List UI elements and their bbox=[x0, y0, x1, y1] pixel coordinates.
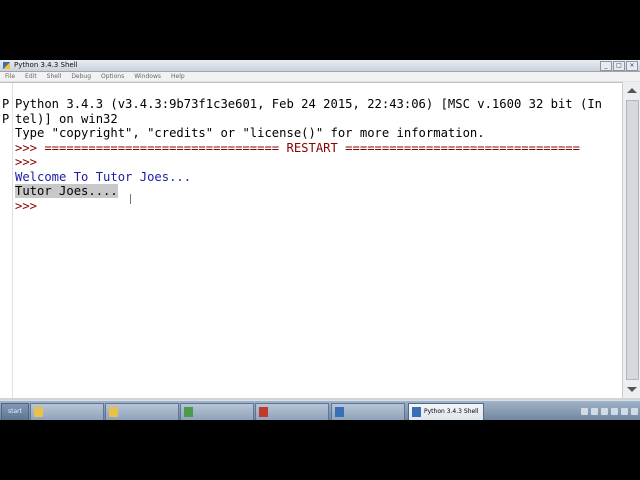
shell-text: Welcome To Tutor Joes... bbox=[15, 169, 192, 184]
volume-icon[interactable] bbox=[631, 407, 638, 415]
python-app-icon bbox=[3, 62, 10, 69]
start-button[interactable]: start bbox=[1, 403, 29, 420]
system-tray bbox=[581, 404, 638, 418]
window-title: Python 3.4.3 Shell bbox=[14, 61, 78, 69]
menu-file[interactable]: File bbox=[0, 72, 20, 81]
app-icon bbox=[412, 407, 421, 417]
app-icon bbox=[184, 407, 193, 417]
menu-bar: File Edit Shell Debug Options Windows Help bbox=[0, 72, 640, 81]
shell-line: >>> bbox=[15, 199, 602, 214]
shell-text: Type "copyright", "credits" or "license(… bbox=[15, 126, 485, 140]
scrollbar-thumb[interactable] bbox=[626, 100, 639, 380]
shell-text-area[interactable]: P P Python 3.4.3 (v3.4.3:9b73f1c3e601, F… bbox=[0, 82, 622, 399]
text-cursor-icon bbox=[130, 194, 131, 204]
menu-shell[interactable]: Shell bbox=[42, 72, 67, 81]
tray-icon[interactable] bbox=[611, 407, 618, 415]
app-icon bbox=[34, 407, 43, 417]
shell-text: Python 3.4.3 (v3.4.3:9b73f1c3e601, Feb 2… bbox=[15, 97, 602, 111]
tray-icon[interactable] bbox=[601, 407, 608, 415]
taskbar-button[interactable]: Python 3.4.3 Shell bbox=[408, 403, 484, 420]
app-icon bbox=[335, 407, 344, 417]
menu-options[interactable]: Options bbox=[96, 72, 129, 81]
taskbar-button[interactable] bbox=[30, 403, 104, 420]
shell-prompt: >>> bbox=[15, 155, 38, 169]
scroll-down-icon[interactable] bbox=[627, 387, 637, 392]
taskbar-button[interactable] bbox=[180, 403, 254, 420]
shell-line: Tutor Joes.... bbox=[15, 184, 602, 199]
taskbar-button[interactable] bbox=[255, 403, 329, 420]
window-title-bar[interactable]: Python 3.4.3 Shell _ □ × bbox=[0, 60, 640, 72]
shell-line: Python 3.4.3 (v3.4.3:9b73f1c3e601, Feb 2… bbox=[15, 97, 602, 112]
shell-output: Python 3.4.3 (v3.4.3:9b73f1c3e601, Feb 2… bbox=[15, 97, 602, 213]
maximize-icon[interactable]: □ bbox=[613, 61, 625, 71]
menu-debug[interactable]: Debug bbox=[66, 72, 96, 81]
taskbar-button[interactable] bbox=[331, 403, 405, 420]
tray-icon[interactable] bbox=[581, 407, 588, 415]
taskbar-button-label: Python 3.4.3 Shell bbox=[424, 408, 479, 415]
vertical-scrollbar[interactable] bbox=[622, 82, 640, 398]
menu-windows[interactable]: Windows bbox=[129, 72, 166, 81]
shell-line: Welcome To Tutor Joes... bbox=[15, 170, 602, 185]
menu-help[interactable]: Help bbox=[166, 72, 190, 81]
minimize-icon[interactable]: _ bbox=[600, 61, 612, 71]
shell-line: >>> ================================ RES… bbox=[15, 141, 602, 156]
desktop-screen: Python 3.4.3 Shell _ □ × File Edit Shell De… bbox=[0, 60, 640, 420]
gutter-mark: P bbox=[2, 97, 10, 111]
tray-icon[interactable] bbox=[591, 407, 598, 415]
shell-prompt: >>> bbox=[15, 198, 38, 213]
shell-line: tel)] on win32 bbox=[15, 112, 602, 127]
app-icon bbox=[109, 407, 118, 417]
tray-icon[interactable] bbox=[621, 407, 628, 415]
gutter-mark: P bbox=[2, 112, 10, 126]
app-icon bbox=[259, 407, 268, 417]
close-icon[interactable]: × bbox=[626, 61, 638, 71]
window-controls: _ □ × bbox=[600, 61, 638, 71]
line-gutter: P P bbox=[0, 83, 13, 399]
menu-edit[interactable]: Edit bbox=[20, 72, 42, 81]
scroll-up-icon[interactable] bbox=[627, 88, 637, 93]
selected-input-text: Tutor Joes.... bbox=[15, 184, 118, 198]
shell-line: >>> bbox=[15, 155, 602, 170]
shell-text: tel)] on win32 bbox=[15, 111, 118, 126]
taskbar-button[interactable] bbox=[105, 403, 179, 420]
taskbar: start Python 3.4.3 Shell bbox=[0, 400, 640, 420]
shell-prompt: >>> ================================ RES… bbox=[15, 140, 580, 155]
shell-line: Type "copyright", "credits" or "license(… bbox=[15, 126, 602, 141]
